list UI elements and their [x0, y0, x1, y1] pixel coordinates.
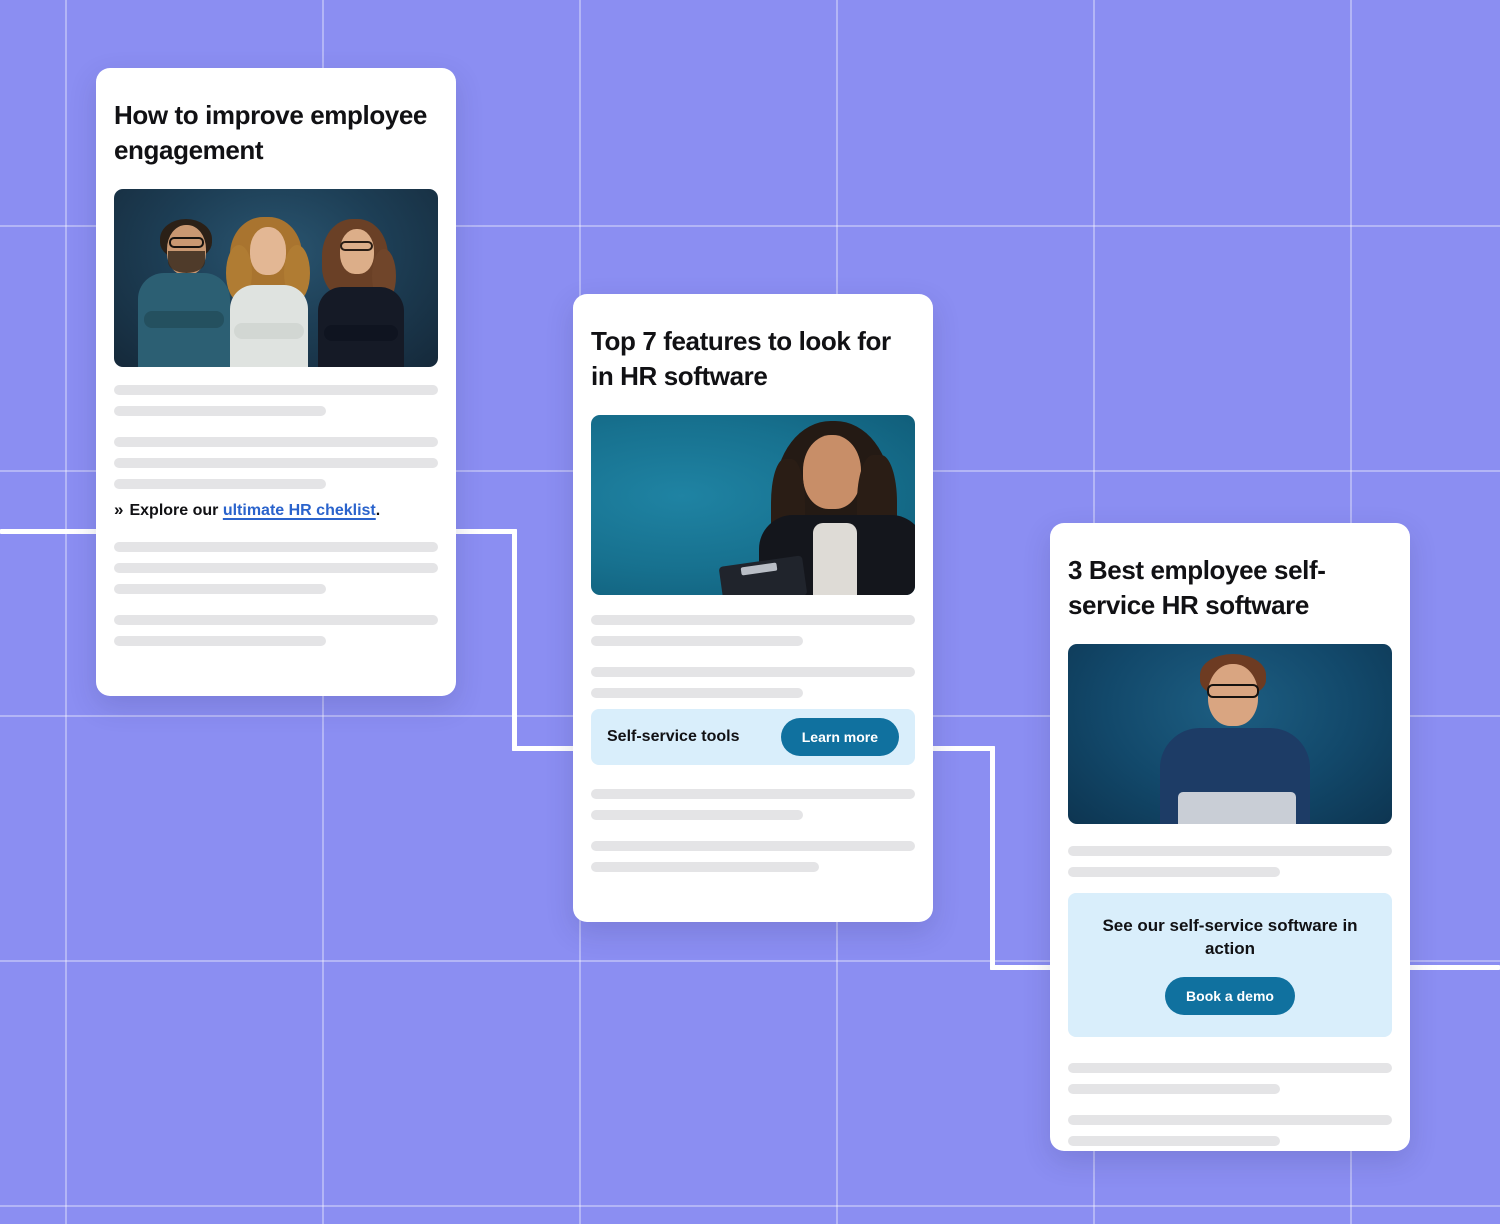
placeholder-bar — [591, 688, 803, 699]
connector-card2-to-card3-h2 — [990, 965, 1056, 970]
cta-band-label: Self-service tools — [607, 728, 740, 746]
placeholder-paragraph-1 — [1050, 846, 1410, 878]
placeholder-paragraph-2 — [573, 789, 933, 873]
hr-professional-photo — [591, 415, 915, 596]
placeholder-bar — [114, 615, 438, 626]
placeholder-bar — [114, 479, 326, 490]
book-a-demo-button[interactable]: Book a demo — [1165, 977, 1295, 1016]
placeholder-bar — [114, 385, 438, 396]
link-prefix: Explore our — [129, 502, 223, 520]
placeholder-bar — [1068, 1063, 1392, 1074]
placeholder-bar — [114, 437, 438, 448]
connector-card2-to-card3-v — [990, 746, 995, 970]
placeholder-bar — [1068, 1136, 1280, 1147]
learn-more-button[interactable]: Learn more — [780, 718, 899, 757]
connector-card2-to-card3-h1 — [929, 746, 995, 751]
double-chevron-right-icon: » — [114, 500, 124, 520]
book-demo-cta-block: See our self-service software in action … — [1068, 893, 1392, 1038]
placeholder-bar — [591, 862, 819, 873]
placeholder-bar — [114, 458, 438, 469]
placeholder-paragraph-1 — [96, 385, 456, 490]
explore-link-line: » Explore our ultimate HR cheklist. — [96, 500, 456, 520]
placeholder-bar — [591, 667, 915, 678]
placeholder-paragraph-2 — [96, 542, 456, 647]
placeholder-bar — [591, 810, 803, 821]
connector-card1-to-card2-v — [512, 529, 517, 751]
card-title: How to improve employee engagement — [114, 100, 427, 165]
placeholder-bar — [1068, 1115, 1392, 1126]
placeholder-bar — [114, 542, 438, 553]
placeholder-bar — [114, 406, 326, 417]
placeholder-bar — [114, 584, 326, 595]
clipboard-icon — [718, 555, 808, 596]
ultimate-hr-checklist-link[interactable]: ultimate HR cheklist — [223, 502, 376, 519]
team-photo — [114, 189, 438, 368]
article-card-best-self-service-software[interactable]: 3 Best employee self-service HR software… — [1050, 523, 1410, 1151]
connector-card3-to-right — [1406, 965, 1500, 970]
connector-left-into-card1 — [0, 529, 100, 534]
placeholder-bar — [591, 615, 915, 626]
article-card-hr-software-features[interactable]: Top 7 features to look for in HR softwar… — [573, 294, 933, 922]
placeholder-bar — [591, 789, 915, 800]
placeholder-bar — [114, 563, 438, 574]
placeholder-bar — [591, 841, 915, 852]
cta-block-title: See our self-service software in action — [1102, 916, 1358, 959]
employee-with-laptop-photo — [1068, 644, 1392, 825]
link-suffix: . — [375, 502, 381, 520]
card-title: 3 Best employee self-service HR software — [1068, 555, 1326, 620]
eyeglasses-icon — [1207, 684, 1259, 699]
placeholder-bar — [114, 636, 326, 647]
placeholder-paragraph-1 — [573, 615, 933, 699]
placeholder-bar — [591, 636, 803, 647]
placeholder-paragraph-2 — [1050, 1063, 1410, 1147]
placeholder-bar — [1068, 846, 1392, 857]
laptop-icon — [1178, 792, 1296, 825]
article-card-employee-engagement[interactable]: How to improve employee engagement » Exp… — [96, 68, 456, 696]
link-line-text: Explore our ultimate HR cheklist. — [129, 502, 380, 520]
placeholder-bar — [1068, 1084, 1280, 1095]
placeholder-bar — [1068, 867, 1280, 878]
self-service-tools-cta-band: Self-service tools Learn more — [591, 709, 915, 766]
connector-card1-to-card2-h1 — [452, 529, 517, 534]
connector-card1-to-card2-h2 — [512, 746, 577, 751]
card-title: Top 7 features to look for in HR softwar… — [591, 326, 891, 391]
